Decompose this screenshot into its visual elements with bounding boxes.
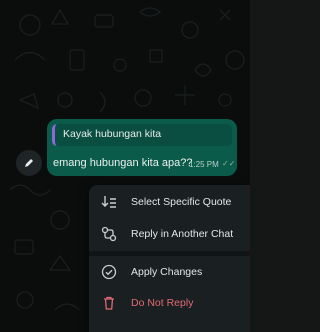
menu-item-label: Do Not Reply — [131, 297, 194, 309]
menu-item-label: Reply in Another Chat — [131, 228, 234, 240]
message-bubble[interactable]: Kayak hubungan kita emang hubungan kita … — [47, 119, 237, 176]
select-quote-icon — [101, 196, 116, 208]
message-text: emang hubungan kita apa?? — [53, 157, 193, 169]
check-circle-icon — [101, 264, 117, 280]
menu-item-select-specific-quote[interactable]: Select Specific Quote — [89, 187, 250, 217]
read-ticks-icon: ✓✓ — [222, 159, 236, 168]
quoted-message-text: Kayak hubungan kita — [63, 128, 162, 140]
reply-another-chat-icon — [101, 226, 117, 242]
chat-screen: Kayak hubungan kita emang hubungan kita … — [0, 0, 250, 332]
menu-item-do-not-reply[interactable]: Do Not Reply — [89, 288, 250, 318]
trash-icon — [104, 296, 114, 310]
quoted-message[interactable]: Kayak hubungan kita — [52, 124, 232, 146]
edit-message-button[interactable] — [16, 150, 42, 176]
menu-item-label: Select Specific Quote — [131, 196, 232, 208]
menu-item-reply-in-another-chat[interactable]: Reply in Another Chat — [89, 219, 250, 249]
menu-divider — [89, 251, 250, 256]
menu-item-label: Apply Changes — [131, 266, 203, 278]
reply-context-menu: Select Specific Quote Reply in Another C… — [89, 185, 250, 332]
message-timestamp: 1:25 PM — [189, 160, 219, 169]
pencil-icon — [25, 159, 33, 167]
menu-item-apply-changes[interactable]: Apply Changes — [89, 257, 250, 287]
